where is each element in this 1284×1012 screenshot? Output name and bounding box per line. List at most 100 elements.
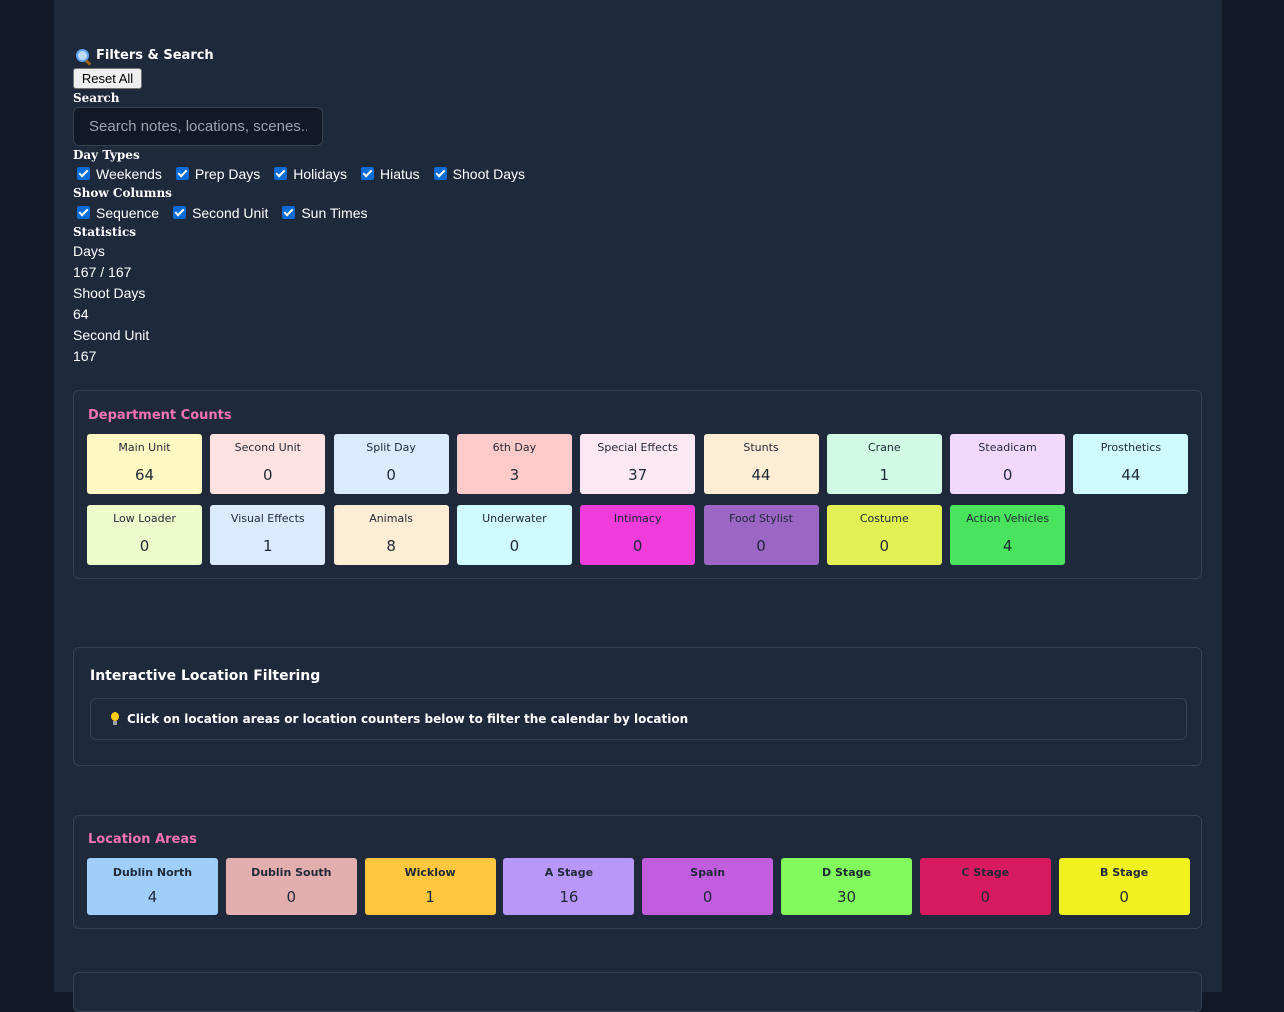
interactive-location-panel: Interactive Location Filtering Click on … xyxy=(73,647,1202,766)
dept-tile-label: Main Unit xyxy=(118,441,171,454)
filters-title: Filters & Search xyxy=(96,48,214,63)
location-tile-d-stage[interactable]: D Stage 30 xyxy=(781,858,912,915)
location-tile-label: C Stage xyxy=(961,866,1010,879)
dept-tile-count: 44 xyxy=(1121,466,1141,484)
location-areas-title: Location Areas xyxy=(88,832,197,847)
dept-tile-count: 0 xyxy=(879,537,890,555)
checkbox-label-prep-days[interactable]: Prep Days xyxy=(195,166,260,182)
show-columns-checkboxes: Sequence Second Unit Sun Times xyxy=(73,205,377,221)
search-input[interactable] xyxy=(73,107,323,146)
dept-tile-count: 0 xyxy=(509,537,520,555)
dept-tile-intimacy[interactable]: Intimacy 0 xyxy=(580,505,696,565)
checkbox-label-hiatus[interactable]: Hiatus xyxy=(380,166,420,182)
location-tile-a-stage[interactable]: A Stage 16 xyxy=(503,858,635,915)
dept-tile-label: Prosthetics xyxy=(1100,441,1162,454)
dept-tile-stunts[interactable]: Stunts 44 xyxy=(703,434,819,494)
location-tile-count: 0 xyxy=(980,888,991,906)
location-tile-dublin-south[interactable]: Dublin South 0 xyxy=(225,858,357,915)
dept-tile-crane[interactable]: Crane 1 xyxy=(826,434,942,494)
dept-tile-action-vehicles[interactable]: Action Vehicles 4 xyxy=(950,505,1066,565)
location-tile-dublin-north[interactable]: Dublin North 4 xyxy=(87,858,218,915)
location-tile-label: Spain xyxy=(690,866,726,879)
dept-tile-6th-day[interactable]: 6th Day 3 xyxy=(456,434,572,494)
dept-tile-count: 8 xyxy=(386,537,396,555)
dept-tile-split-day[interactable]: Split Day 0 xyxy=(333,434,449,494)
dept-tile-label: Visual Effects xyxy=(230,512,305,525)
checkbox-sequence[interactable] xyxy=(77,205,90,219)
dept-tile-count: 0 xyxy=(756,537,766,555)
dept-tile-label: Stunts xyxy=(743,441,779,454)
dept-tile-label: Intimacy xyxy=(613,512,662,525)
dept-tile-count: 3 xyxy=(509,466,520,484)
location-tile-count: 0 xyxy=(702,888,713,906)
dept-tile-label: Food Stylist xyxy=(729,512,793,525)
dept-tile-special-effects[interactable]: Special Effects 37 xyxy=(580,434,696,494)
location-tile-label: Wicklow xyxy=(404,866,456,879)
checkbox-label-shoot-days[interactable]: Shoot Days xyxy=(453,166,525,182)
stat-second-unit-value: 167 xyxy=(73,348,97,364)
next-panel xyxy=(73,972,1202,1012)
stat-shoot-days-label: Shoot Days xyxy=(73,285,146,301)
dept-tile-label: Costume xyxy=(859,512,909,525)
dept-tile-animals[interactable]: Animals 8 xyxy=(333,505,449,565)
checkbox-label-holidays[interactable]: Holidays xyxy=(293,166,347,182)
location-tile-count: 16 xyxy=(559,888,579,906)
checkbox-prep-days[interactable] xyxy=(175,166,189,180)
location-tile-count: 1 xyxy=(425,888,435,906)
checkbox-second-unit[interactable] xyxy=(173,205,187,219)
dept-tile-prosthetics[interactable]: Prosthetics 44 xyxy=(1073,434,1189,494)
dept-tile-label: Crane xyxy=(867,441,901,454)
stat-second-unit-label: Second Unit xyxy=(73,327,150,343)
dept-tile-count: 0 xyxy=(263,466,273,484)
checkbox-shoot-days[interactable] xyxy=(433,166,447,180)
dept-tile-underwater[interactable]: Underwater 0 xyxy=(456,505,572,565)
checkbox-holidays[interactable] xyxy=(274,166,288,180)
department-counts-panel: Department Counts Main Unit 64 Second Unit… xyxy=(73,390,1202,579)
location-tile-label: Dublin South xyxy=(251,866,332,879)
dept-tile-second-unit[interactable]: Second Unit 0 xyxy=(210,434,326,494)
dept-tile-visual-effects[interactable]: Visual Effects 1 xyxy=(210,505,326,565)
dept-tile-count: 37 xyxy=(628,466,648,484)
dept-tile-label: Steadicam xyxy=(978,441,1037,454)
checkbox-sun-times[interactable] xyxy=(282,205,296,219)
dept-tile-label: Animals xyxy=(369,512,413,525)
location-tile-count: 0 xyxy=(1119,888,1129,906)
location-tile-label: Dublin North xyxy=(112,866,193,879)
reset-all-button[interactable]: Reset All xyxy=(73,68,142,89)
location-tile-label: B Stage xyxy=(1100,866,1149,879)
dept-tile-steadicam[interactable]: Steadicam 0 xyxy=(950,434,1066,494)
location-tile-count: 0 xyxy=(286,888,297,906)
location-tile-c-stage[interactable]: C Stage 0 xyxy=(919,858,1051,915)
day-types-label: Day Types xyxy=(73,148,140,162)
dept-tile-label: Low Loader xyxy=(113,512,176,525)
magnifier-icon xyxy=(76,48,92,66)
dept-tile-label: Underwater xyxy=(482,512,547,525)
dept-tile-low-loader[interactable]: Low Loader 0 xyxy=(87,505,202,565)
main-container: Filters & Search Reset All Search Day Ty… xyxy=(54,0,1222,1012)
dept-tile-food-stylist[interactable]: Food Stylist 0 xyxy=(703,505,819,565)
checkbox-label-sun-times[interactable]: Sun Times xyxy=(301,205,367,221)
dept-tile-count: 1 xyxy=(263,537,273,555)
dept-tile-label: Special Effects xyxy=(597,441,678,454)
dept-tile-count: 1 xyxy=(879,466,890,484)
checkbox-weekends[interactable] xyxy=(77,166,90,180)
dept-tile-costume[interactable]: Costume 0 xyxy=(826,505,942,565)
location-tile-count: 4 xyxy=(147,888,158,906)
dept-tile-count: 0 xyxy=(386,466,396,484)
lightbulb-icon xyxy=(109,712,121,726)
checkbox-label-weekends[interactable]: Weekends xyxy=(96,166,162,182)
dept-tile-label: Second Unit xyxy=(234,441,301,454)
location-tile-b-stage[interactable]: B Stage 0 xyxy=(1058,858,1190,915)
dept-tile-label: 6th Day xyxy=(492,441,537,454)
stat-days-label: Days xyxy=(73,243,105,259)
checkbox-label-sequence[interactable]: Sequence xyxy=(96,205,159,221)
dept-tile-main-unit[interactable]: Main Unit 64 xyxy=(87,434,202,494)
checkbox-label-second-unit[interactable]: Second Unit xyxy=(192,205,268,221)
location-tile-spain[interactable]: Spain 0 xyxy=(642,858,774,915)
dept-tile-count: 0 xyxy=(139,537,150,555)
location-tile-label: A Stage xyxy=(544,866,594,879)
dept-tile-count: 64 xyxy=(134,466,155,484)
checkbox-hiatus[interactable] xyxy=(360,166,374,180)
search-label: Search xyxy=(73,91,120,105)
location-tile-wicklow[interactable]: Wicklow 1 xyxy=(364,858,496,915)
